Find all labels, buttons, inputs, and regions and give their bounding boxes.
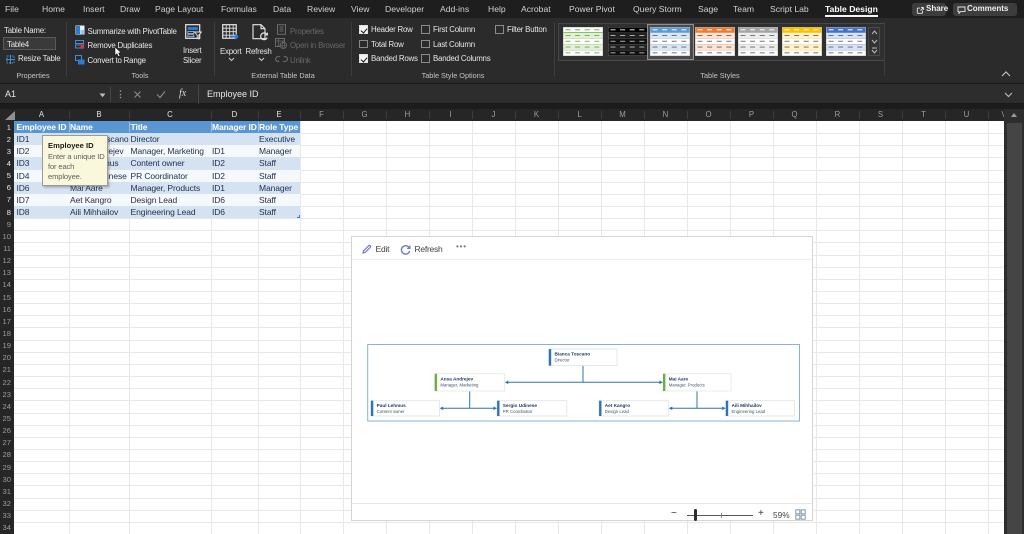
svg-text:PR Coordinator: PR Coordinator [503,408,533,413]
svg-text:Mai Aare: Mai Aare [669,376,689,381]
svg-text:Aili Mihhailov: Aili Mihhailov [732,402,763,407]
svg-text:Ansa Andrejev: Ansa Andrejev [440,376,473,381]
svg-text:Director: Director [555,357,571,362]
svg-text:Manager, Marketing: Manager, Marketing [440,382,479,387]
svg-text:Content owner: Content owner [377,408,406,413]
svg-text:Manager, Products: Manager, Products [669,382,705,387]
svg-text:Bianca Toscano: Bianca Toscano [555,351,591,356]
svg-text:Aet Kangro: Aet Kangro [605,402,630,407]
svg-text:Paul Lehmus: Paul Lehmus [377,402,407,407]
svg-text:Design Lead: Design Lead [605,408,630,413]
svg-text:Engineering Lead: Engineering Lead [732,408,766,413]
svg-text:Sergio Udinese: Sergio Udinese [503,402,538,407]
